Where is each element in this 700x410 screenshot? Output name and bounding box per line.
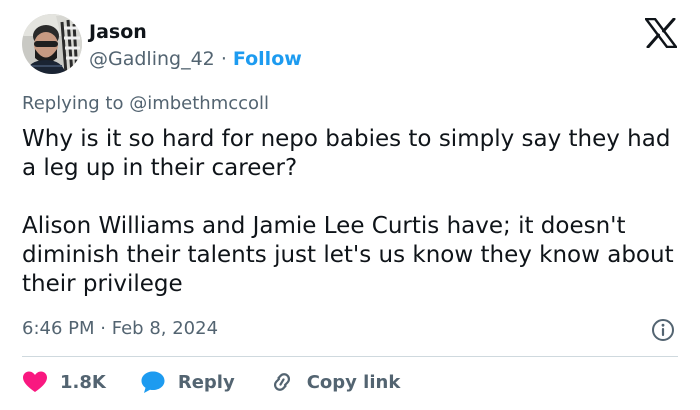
copy-link-label: Copy link bbox=[306, 371, 401, 393]
replying-to-prefix: Replying to bbox=[22, 93, 124, 114]
divider bbox=[22, 356, 678, 357]
replying-to-handle[interactable]: @imbethmccoll bbox=[129, 93, 269, 114]
tweet-text: Why is it so hard for nepo babies to sim… bbox=[22, 125, 682, 299]
author-display-name[interactable]: Jason bbox=[89, 20, 147, 44]
copy-link-button[interactable]: Copy link bbox=[269, 370, 401, 394]
x-logo-icon[interactable] bbox=[645, 18, 677, 48]
date-separator: · bbox=[100, 318, 106, 339]
author-handle-row: @Gadling_42 · Follow bbox=[89, 47, 302, 71]
replying-to: Replying to @imbethmccoll bbox=[22, 92, 269, 116]
tweet-timestamp[interactable]: 6:46 PM · Feb 8, 2024 bbox=[22, 317, 218, 341]
follow-button[interactable]: Follow bbox=[233, 48, 302, 70]
tweet-card: Jason @Gadling_42 · Follow Replying to @… bbox=[0, 0, 700, 410]
speech-bubble-icon bbox=[141, 371, 165, 393]
like-button[interactable]: 1.8K bbox=[22, 370, 106, 394]
tweet-paragraph: Why is it so hard for nepo babies to sim… bbox=[22, 126, 671, 181]
tweet-date: Feb 8, 2024 bbox=[111, 318, 219, 339]
avatar-photo bbox=[22, 14, 82, 74]
tweet-paragraph: Alison Williams and Jamie Lee Curtis hav… bbox=[22, 213, 674, 297]
author-handle[interactable]: @Gadling_42 bbox=[89, 48, 215, 70]
action-bar: 1.8K Reply Copy link bbox=[22, 368, 434, 396]
tweet-time: 6:46 PM bbox=[22, 318, 95, 339]
heart-icon bbox=[23, 371, 47, 392]
info-icon[interactable] bbox=[651, 318, 675, 342]
avatar[interactable] bbox=[22, 14, 82, 74]
reply-label: Reply bbox=[177, 371, 235, 393]
handle-separator: · bbox=[220, 48, 227, 70]
reply-button[interactable]: Reply bbox=[140, 370, 235, 394]
like-count: 1.8K bbox=[60, 371, 106, 393]
link-icon bbox=[273, 373, 290, 391]
